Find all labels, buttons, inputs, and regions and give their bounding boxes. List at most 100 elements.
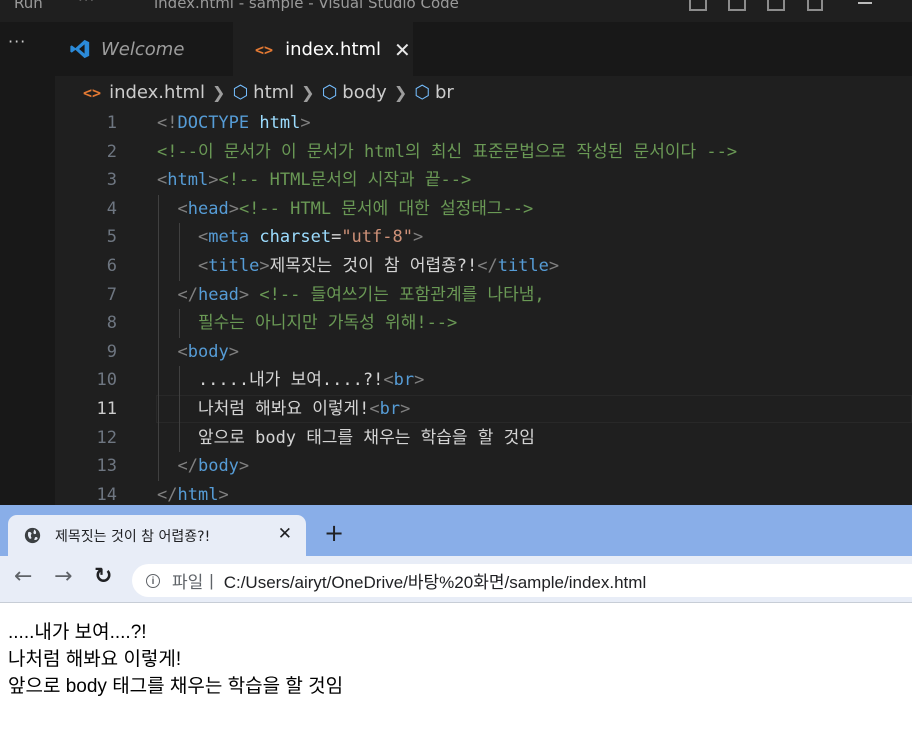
- toggle-panel-icon[interactable]: [728, 0, 746, 11]
- code-token: <: [197, 255, 209, 276]
- code-token: "utf-8": [341, 227, 413, 248]
- url-text[interactable]: C:/Users/airyt/OneDrive/바탕%20화면/sample/i…: [224, 568, 647, 593]
- code-token: >: [548, 255, 560, 276]
- menu-run[interactable]: Run: [14, 0, 43, 12]
- line-number: 14: [96, 484, 117, 505]
- line-number: 5: [106, 227, 117, 248]
- code-token: br: [393, 370, 415, 391]
- code-token: 나처럼 해봐요 이렇게!: [157, 398, 370, 419]
- line-number: 9: [106, 341, 117, 362]
- line-content: 나처럼 해봐요 이렇게!<br>: [157, 395, 410, 424]
- code-token: head: [187, 198, 229, 219]
- code-line[interactable]: 9 <body>: [55, 338, 912, 367]
- line-number: 13: [96, 456, 117, 477]
- code-token: <: [197, 227, 209, 248]
- code-token: </: [477, 255, 498, 276]
- chevron-right-icon: ❯: [212, 83, 226, 102]
- customize-layout-icon[interactable]: [807, 0, 823, 11]
- menu-more-icon[interactable]: ···: [78, 0, 95, 9]
- code-token: head: [197, 284, 239, 305]
- code-token: >: [238, 284, 250, 305]
- code-token: 제목짓는 것이 참 어렵죵?!: [269, 255, 478, 276]
- code-line[interactable]: 12 앞으로 body 태그를 채우는 학습을 할 것임: [55, 424, 912, 453]
- code-line[interactable]: 2 <!--이 문서가 이 문서가 html의 최신 표준문법으로 작성된 문서이…: [55, 138, 912, 167]
- code-line[interactable]: 8 필수는 아니지만 가독성 위해!-->: [55, 309, 912, 338]
- page-text-line: 앞으로 body 태그를 채우는 학습을 할 것임: [8, 676, 344, 697]
- toggle-secondary-sidebar-icon[interactable]: [767, 0, 785, 11]
- vscode-title-bar: Run ··· index.html - sample - Visual Stu…: [0, 0, 912, 22]
- code-token: <: [177, 341, 188, 362]
- address-bar[interactable]: i 파일 | C:/Users/airyt/OneDrive/바탕%20화면/s…: [132, 564, 912, 597]
- code-line[interactable]: 10 .....내가 보여....?!<br>: [55, 366, 912, 395]
- new-tab-button[interactable]: +: [324, 519, 344, 547]
- tab-welcome[interactable]: Welcome: [55, 22, 233, 76]
- code-token: <: [177, 198, 188, 219]
- code-lines: 1 <!DOCTYPE html> 2 <!--이 문서가 이 문서가 html의 최…: [55, 109, 912, 505]
- line-content: <html><!-- HTML문서의 시작과 끝-->: [157, 166, 471, 195]
- code-token: >: [259, 255, 270, 276]
- code-token: meta: [208, 227, 250, 248]
- code-token: </: [177, 456, 198, 477]
- scheme-label: 파일: [172, 573, 204, 592]
- line-content: <title>제목짓는 것이 참 어렵죵?!</title>: [157, 252, 559, 281]
- indent-guide: [178, 309, 180, 338]
- code-line[interactable]: 4 <head><!-- HTML 문서에 대한 설정태그-->: [55, 195, 912, 224]
- code-token: >: [228, 198, 239, 219]
- code-line[interactable]: 5 <meta charset="utf-8">: [55, 223, 912, 252]
- code-line[interactable]: 3 <html><!-- HTML문서의 시작과 끝-->: [55, 166, 912, 195]
- vscode-logo-icon: [70, 39, 90, 59]
- info-icon[interactable]: i: [146, 573, 160, 588]
- code-line[interactable]: 14 </html>: [55, 481, 912, 505]
- browser-tab[interactable]: 제목짓는 것이 참 어렵죵?! ✕: [8, 515, 306, 556]
- code-line[interactable]: 6 <title>제목짓는 것이 참 어렵죵?!</title>: [55, 252, 912, 281]
- breadcrumb: <> index.html ❯ ⬡ html ❯ ⬡ body ❯ ⬡ br: [55, 76, 912, 109]
- code-line[interactable]: 1 <!DOCTYPE html>: [55, 109, 912, 138]
- code-token: >: [228, 341, 239, 362]
- breadcrumb-item-body[interactable]: body: [342, 82, 387, 103]
- toggle-primary-sidebar-icon[interactable]: [689, 0, 707, 11]
- code-token: >: [238, 456, 250, 477]
- close-tab-icon[interactable]: ✕: [278, 524, 292, 544]
- browser-toolbar: ← → ↻ i 파일 | C:/Users/airyt/OneDrive/바탕%…: [0, 556, 912, 603]
- breadcrumb-item-html[interactable]: html: [253, 82, 294, 103]
- code-line[interactable]: 7 </head> <!-- 들여쓰기는 포함관계를 나타냄,: [55, 281, 912, 310]
- minimize-icon[interactable]: [858, 2, 872, 4]
- breadcrumb-item-file[interactable]: index.html: [109, 82, 205, 103]
- code-token: </: [177, 284, 198, 305]
- globe-icon: [24, 527, 41, 544]
- browser-tab-strip: 제목짓는 것이 참 어렵죵?! ✕ +: [0, 505, 912, 556]
- code-line[interactable]: 13 </body>: [55, 452, 912, 481]
- code-token: <: [383, 370, 394, 391]
- line-content: <body>: [157, 338, 239, 367]
- code-token: 앞으로 body 태그를 채우는 학습을 할 것임: [157, 427, 535, 448]
- line-number: 12: [96, 427, 117, 448]
- code-token: title: [208, 255, 260, 276]
- editor-tab-bar: Welcome <> index.html ✕: [55, 22, 912, 76]
- code-line[interactable]: 11 나처럼 해봐요 이렇게!<br>: [55, 394, 912, 424]
- line-content: </html>: [157, 481, 229, 505]
- back-button[interactable]: ←: [14, 564, 32, 589]
- views-more-icon[interactable]: ···: [8, 32, 26, 51]
- code-editor[interactable]: <> index.html ❯ ⬡ html ❯ ⬡ body ❯ ⬡ br 1…: [55, 76, 912, 505]
- close-tab-icon[interactable]: ✕: [394, 38, 411, 62]
- activity-bar: ···: [0, 22, 55, 505]
- line-number: 7: [106, 284, 117, 305]
- breadcrumb-item-br[interactable]: br: [435, 82, 454, 103]
- window-title: index.html - sample - Visual Studio Code: [154, 0, 459, 12]
- forward-button[interactable]: →: [54, 564, 72, 589]
- chevron-right-icon: ❯: [301, 83, 315, 102]
- indent-guide: [178, 223, 180, 281]
- scheme-divider: |: [209, 570, 214, 590]
- line-content: .....내가 보여....?!<br>: [157, 366, 424, 395]
- tab-index-html[interactable]: <> index.html ✕: [233, 22, 413, 76]
- code-token: 필수는 아니지만 가독성 위해!-->: [197, 313, 458, 334]
- code-token: charset: [259, 227, 332, 248]
- reload-button[interactable]: ↻: [94, 564, 112, 589]
- html-file-icon: <>: [83, 83, 102, 102]
- line-number: 8: [106, 313, 117, 334]
